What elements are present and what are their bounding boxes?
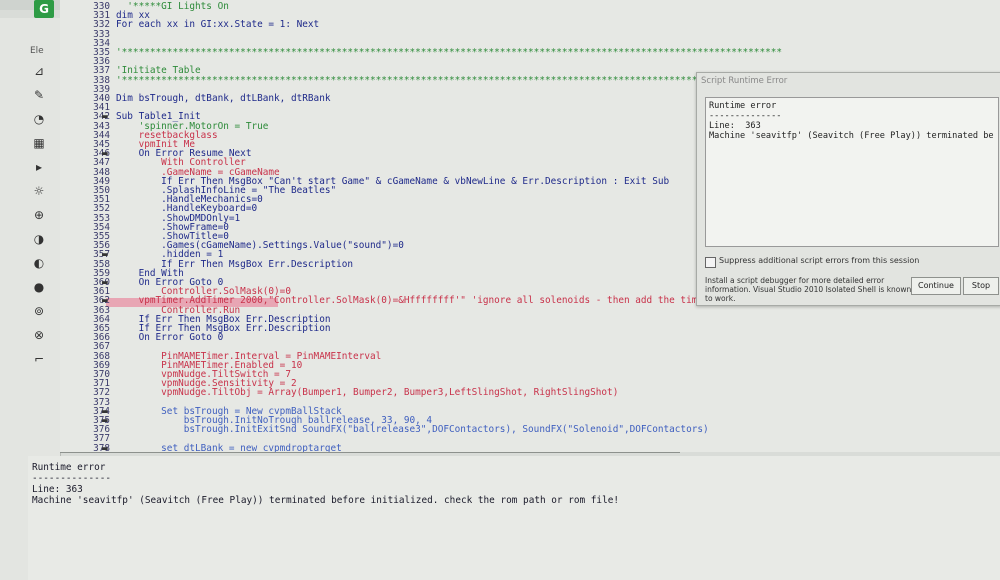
edit-tool-icon[interactable]: ✎ (32, 88, 46, 102)
wall-tool-icon[interactable]: ⊚ (32, 304, 46, 318)
editor-divider (60, 452, 680, 453)
dialog-message-line: -------------- (709, 111, 782, 121)
output-panel: Runtime error -------------- Line: 363 Mach… (28, 456, 1000, 580)
spinner-tool-icon[interactable]: ⊗ (32, 328, 46, 342)
suppress-errors-label: Suppress additional script errors from t… (719, 256, 920, 265)
suppress-errors-checkbox[interactable] (705, 257, 716, 268)
code-line[interactable]: 378 ▬ set dtLBank = new cvpmdroptarget (60, 442, 1000, 452)
dialog-message-line: Machine 'seavitfp' (Seavitch (Free Play)… (709, 131, 994, 141)
app-icon[interactable]: G (34, 0, 54, 18)
output-line: Machine 'seavitfp' (Seavitch (Free Play)… (32, 495, 619, 506)
stop-button[interactable]: Stop (963, 277, 999, 295)
code-text: set dtLBank = new cvpmdroptarget (116, 442, 342, 452)
flag-tool-icon[interactable]: ▸ (32, 160, 46, 174)
gate-tool-icon[interactable]: ⊕ (32, 208, 46, 222)
continue-button[interactable]: Continue (911, 277, 961, 295)
plunger-tool-icon[interactable]: ⌐ (32, 352, 46, 366)
output-line: -------------- (32, 473, 112, 484)
dialog-title: Script Runtime Error (701, 76, 788, 86)
dialog-message-line: Runtime error (709, 101, 777, 111)
ramp-tool-icon[interactable]: ◑ (32, 232, 46, 246)
fold-marker-icon[interactable]: ▬ (102, 443, 112, 452)
kicker-tool-icon[interactable]: ● (32, 280, 46, 294)
output-line: Runtime error (32, 462, 106, 473)
grid-tool-icon[interactable]: ▦ (32, 136, 46, 150)
debugger-info-text: Install a script debugger for more detai… (705, 276, 912, 303)
script-runtime-error-dialog: Script Runtime Error Runtime error ------… (696, 72, 1000, 306)
bumper-tool-icon[interactable]: ☼ (32, 184, 46, 198)
dialog-message-line: Line: 363 (709, 121, 761, 131)
light-tool-icon[interactable]: ◔ (32, 112, 46, 126)
cursor-tool-icon[interactable]: ⊿ (32, 64, 46, 78)
panel-title: Ele (30, 46, 44, 56)
output-line: Line: 363 (32, 484, 83, 495)
trigger-tool-icon[interactable]: ◐ (32, 256, 46, 270)
error-message-box: Runtime error -------------- Line: 363 Mach… (705, 97, 999, 247)
